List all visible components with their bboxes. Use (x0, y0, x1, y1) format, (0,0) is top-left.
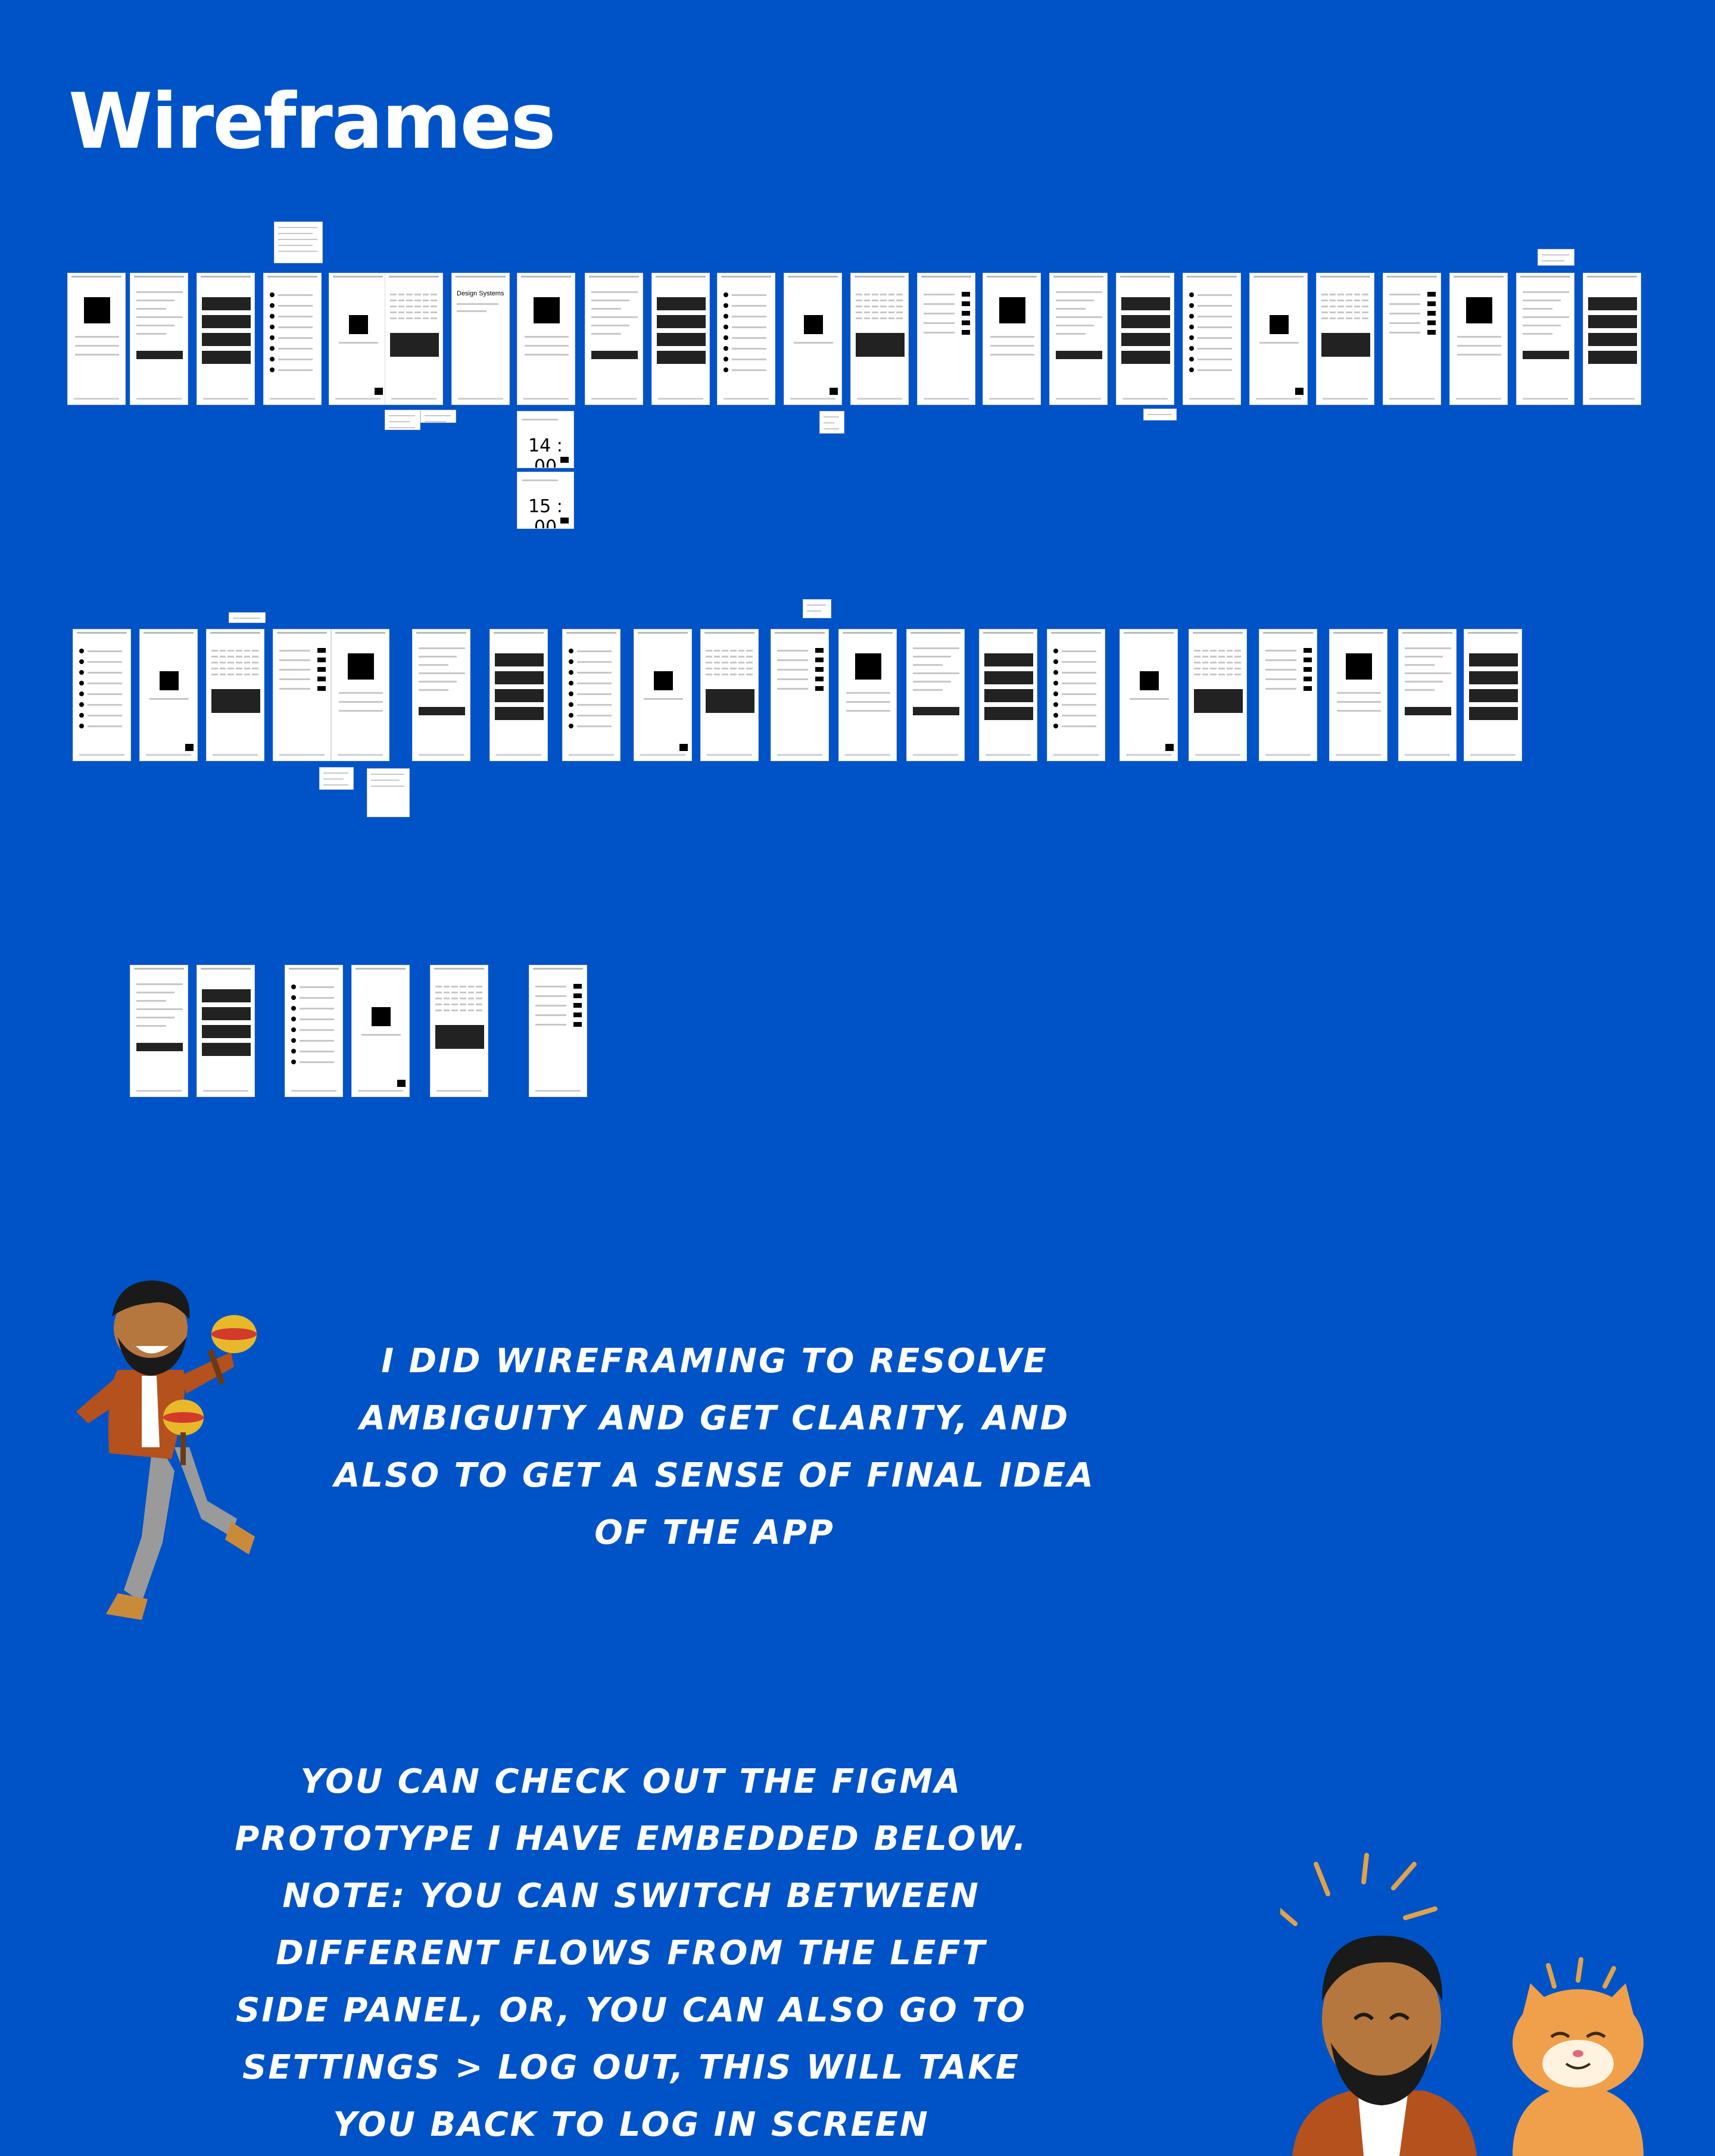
wireframe-popup (803, 599, 831, 618)
wireframe-screen (850, 273, 909, 405)
wireframe-screen (489, 629, 548, 761)
wireframe-screen (197, 965, 255, 1097)
wireframe-screen (130, 273, 188, 405)
wireframe-screen (1249, 273, 1308, 405)
wireframe-popup (274, 222, 323, 263)
wireframe-screen (784, 273, 842, 405)
wireframe-screen (67, 273, 126, 405)
wireframe-screen (651, 273, 710, 405)
wireframe-screen (634, 629, 692, 761)
wireframe-screen (1049, 273, 1108, 405)
wireframe-screen (197, 273, 255, 405)
wireframe-screen (700, 629, 759, 761)
wireframe-popup (1143, 409, 1177, 420)
wireframe-screen (1516, 273, 1574, 405)
wireframe-popup (229, 612, 266, 623)
wireframe-screen (562, 629, 620, 761)
wireframe-popup (819, 411, 844, 434)
wireframe-screen (983, 273, 1041, 405)
wireframe-popup (420, 410, 456, 423)
wireframe-screen (285, 965, 343, 1097)
wireframe-screen (273, 629, 331, 761)
time-picker-frame: 15 : 00 (517, 472, 574, 529)
wireframe-screen (130, 965, 188, 1097)
wireframe-screen (1329, 629, 1387, 761)
wireframe-screen (412, 629, 470, 761)
wireframe-screen (1464, 629, 1522, 761)
wireframe-screen (263, 273, 322, 405)
time-label-14: 14 : 00 (528, 435, 563, 468)
wireframe-popup (367, 768, 410, 817)
wireframe-screen (771, 629, 829, 761)
wireframe-screen (1449, 273, 1508, 405)
wireframe-screen (917, 273, 975, 405)
frame-heading: Design Systems (457, 290, 504, 297)
wireframe-screen (331, 629, 389, 761)
wireframe-popup (319, 767, 354, 790)
wireframe-screen (206, 629, 264, 761)
wireframe-screen (979, 629, 1037, 761)
wireframe-screen (1259, 629, 1317, 761)
time-label-15: 15 : 00 (528, 496, 563, 529)
intro-caption: I did wireframing to resolve ambiguity a… (334, 1342, 1095, 1552)
wireframe-screen (1383, 273, 1441, 405)
wireframe-screen (517, 273, 575, 405)
time-picker-frame: 14 : 00 (517, 411, 574, 468)
prototype-caption: You can check out the figma prototype I … (235, 1762, 1028, 2144)
wireframe-screen (385, 273, 443, 405)
wireframe-screen (1116, 273, 1174, 405)
wireframe-screen (1047, 629, 1105, 761)
wireframe-screen (906, 629, 965, 761)
wireframe-screen (1398, 629, 1457, 761)
avatar-with-cat-illustration (1280, 1853, 1644, 2156)
wireframe-screen (73, 629, 131, 761)
wireframe-screen (1189, 629, 1247, 761)
wireframe-screen (139, 629, 198, 761)
avatar-maracas-illustration (76, 1280, 257, 1620)
wireframe-board: 14 : 00 15 : 00 Design Systems (0, 0, 1715, 1132)
wireframe-popup (1538, 249, 1574, 266)
wireframe-screen (1583, 273, 1641, 405)
wireframe-screen (351, 965, 410, 1097)
wireframe-screen (1120, 629, 1178, 761)
wireframe-screen (1183, 273, 1241, 405)
wireframe-screen (717, 273, 775, 405)
wireframe-screen (529, 965, 587, 1097)
wireframe-screen (430, 965, 488, 1097)
wireframe-screen (1316, 273, 1374, 405)
wireframe-popup (385, 410, 420, 430)
wireframe-screen (838, 629, 897, 761)
wireframe-screen (329, 273, 387, 405)
wireframe-screen (585, 273, 643, 405)
design-systems-frame: Design Systems (451, 273, 510, 405)
